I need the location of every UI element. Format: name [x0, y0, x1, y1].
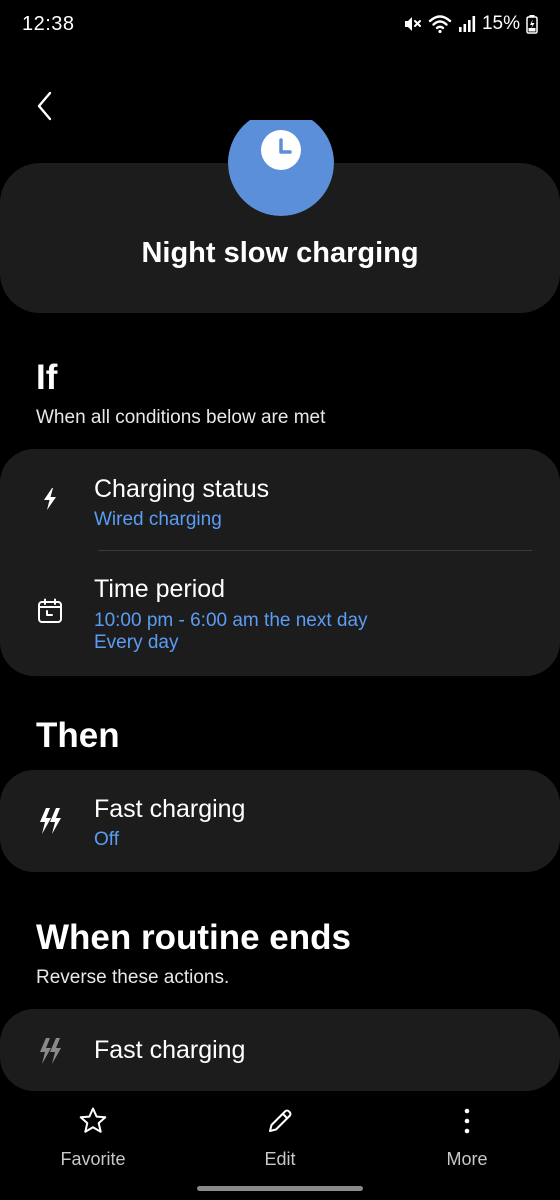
if-subtitle: When all conditions below are met	[36, 407, 326, 428]
routine-icon[interactable]	[228, 120, 334, 216]
action-title: Fast charging	[94, 795, 246, 823]
status-bar: 12:38 15%	[0, 0, 560, 52]
condition-value: Wired charging	[94, 509, 222, 530]
battery-charging-icon	[526, 14, 538, 34]
pencil-icon	[265, 1106, 295, 1141]
end-heading: When routine ends	[36, 918, 351, 957]
more-vertical-icon	[452, 1106, 482, 1141]
calendar-clock-icon	[32, 593, 68, 629]
edit-label: Edit	[264, 1149, 296, 1169]
battery-percent: 15%	[481, 13, 520, 34]
condition-title: Time period	[94, 575, 226, 603]
bottom-action-bar: Favorite Edit More	[0, 1092, 560, 1182]
favorite-label: Favorite	[60, 1149, 126, 1169]
wifi-icon	[428, 14, 452, 34]
routine-title: Night slow charging	[141, 237, 419, 269]
mute-icon	[402, 14, 422, 34]
chevron-left-icon	[35, 91, 57, 126]
reverse-actions-card: Fast charging	[0, 1009, 560, 1091]
signal-icon	[458, 14, 476, 34]
clock-icon	[228, 120, 334, 216]
fast-charging-icon	[32, 1033, 68, 1069]
condition-value-secondary: Every day	[94, 632, 179, 653]
status-icons: 15%	[402, 13, 538, 35]
condition-time-period[interactable]: Time period 10:00 pm - 6:00 am the next …	[0, 551, 560, 676]
status-time: 12:38	[22, 12, 75, 35]
condition-value: 10:00 pm - 6:00 am the next day	[94, 610, 368, 631]
back-button[interactable]	[24, 86, 68, 130]
home-indicator[interactable]	[197, 1186, 363, 1191]
if-heading: If	[36, 358, 58, 397]
routine-detail-screen: 12:38 15% Night slow charging If When al…	[0, 0, 560, 1200]
star-icon	[78, 1106, 108, 1141]
reverse-action-title: Fast charging	[94, 1036, 246, 1064]
more-button[interactable]: More	[407, 1106, 527, 1176]
edit-button[interactable]: Edit	[220, 1106, 340, 1176]
favorite-button[interactable]: Favorite	[33, 1106, 153, 1176]
conditions-card: Charging status Wired charging Time peri…	[0, 449, 560, 676]
then-heading: Then	[36, 716, 120, 755]
end-subtitle: Reverse these actions.	[36, 967, 230, 988]
condition-charging-status[interactable]: Charging status Wired charging	[0, 449, 560, 549]
reverse-action-fast-charging[interactable]: Fast charging	[0, 1009, 560, 1091]
action-fast-charging[interactable]: Fast charging Off	[0, 770, 560, 872]
fast-charging-icon	[32, 803, 68, 839]
condition-title: Charging status	[94, 475, 270, 503]
actions-card: Fast charging Off	[0, 770, 560, 872]
action-value: Off	[94, 829, 119, 850]
more-label: More	[446, 1149, 488, 1169]
bolt-icon	[32, 481, 68, 517]
